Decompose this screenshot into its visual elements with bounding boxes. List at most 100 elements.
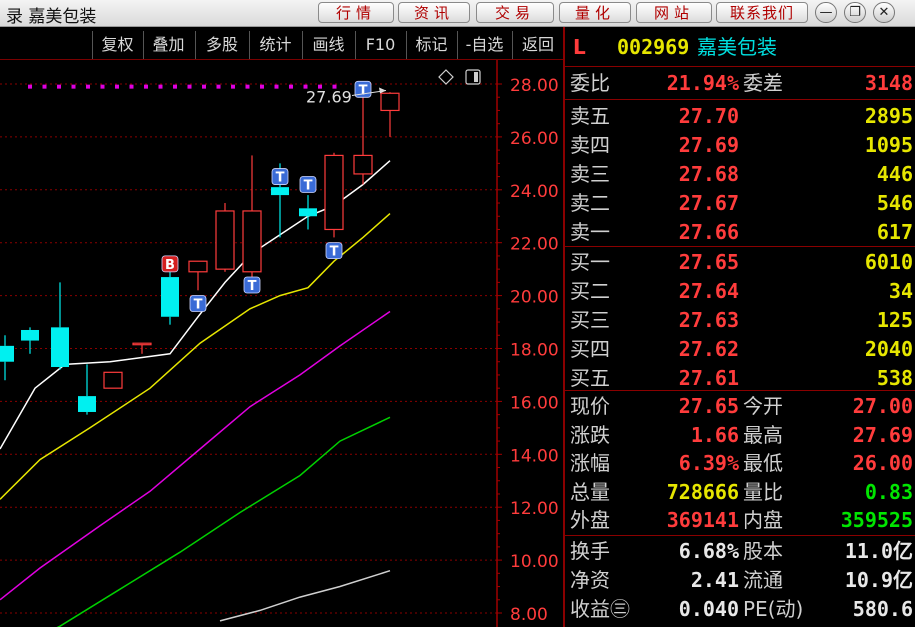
- stat-value: 10.9亿: [844, 568, 913, 592]
- stat-value: 0.83: [864, 479, 913, 504]
- svg-text:T: T: [304, 179, 313, 194]
- stat-value: 11.0亿: [844, 539, 913, 563]
- f10-button[interactable]: F10: [355, 31, 405, 59]
- wb-label: 委比: [570, 71, 610, 95]
- y-tick-label: 24.00: [510, 182, 559, 202]
- overlay-button[interactable]: 叠加: [143, 31, 193, 59]
- signal-marker[interactable]: T: [354, 80, 372, 98]
- level-dot: [144, 84, 148, 89]
- stat-row: 现价 27.65 今开 27.00: [565, 392, 915, 421]
- minimize-icon[interactable]: —: [815, 2, 837, 23]
- stat-value: 27.65: [678, 394, 739, 418]
- level-dot: [187, 84, 192, 89]
- level-dot: [100, 84, 105, 89]
- level-price: 27.69: [678, 133, 739, 157]
- stat-value: 369141: [666, 508, 739, 532]
- back-button[interactable]: 返回: [512, 31, 563, 59]
- level-label: 买五: [570, 366, 610, 390]
- signal-marker[interactable]: T: [299, 176, 317, 194]
- signal-marker[interactable]: T: [243, 276, 261, 294]
- multi-stock-button[interactable]: 多股: [195, 31, 248, 59]
- buy-signal-marker[interactable]: B: [161, 255, 179, 273]
- news-button[interactable]: 资讯: [398, 2, 470, 23]
- separator: [565, 66, 915, 67]
- trade-button[interactable]: 交易: [476, 2, 554, 23]
- y-tick-label: 14.00: [510, 446, 559, 466]
- contact-us-button[interactable]: 联系我们: [716, 2, 808, 23]
- sell-level-row: 卖一 27.66 617: [565, 218, 915, 247]
- signal-marker[interactable]: T: [271, 168, 289, 186]
- sell-level-row: 卖三 27.68 446: [565, 160, 915, 189]
- level-price: 27.67: [678, 191, 739, 215]
- separator: [565, 535, 915, 536]
- level-dot: [129, 84, 134, 89]
- add-watchlist-button[interactable]: -自选: [457, 31, 511, 59]
- y-tick-label: 10.00: [510, 552, 559, 572]
- level-price: 27.68: [678, 162, 739, 186]
- level-volume: 546: [876, 191, 913, 215]
- separator: [565, 246, 915, 247]
- signal-marker[interactable]: T: [325, 242, 343, 260]
- level-volume: 2040: [864, 337, 913, 361]
- buy-level-row: 买三 27.63 125: [565, 306, 915, 335]
- stat-value: 26.00: [852, 451, 913, 475]
- kline-chart[interactable]: B T T T T T T 28.00 26.00 24.00 22.00 20.00 18.00 16…: [0, 60, 563, 627]
- level-volume: 446: [876, 162, 913, 186]
- svg-text:T: T: [194, 298, 203, 313]
- candle: [0, 335, 14, 381]
- restore-icon[interactable]: ❐: [844, 2, 866, 23]
- svg-text:T: T: [330, 245, 339, 260]
- stat-row: 涨跌 1.66 最高 27.69: [565, 421, 915, 450]
- quote-marker: L: [573, 35, 586, 59]
- market-button[interactable]: 行情: [318, 2, 394, 23]
- stat-row: 总量 728666 量比 0.83: [565, 478, 915, 507]
- separator: [565, 99, 915, 100]
- level-price: 27.65: [678, 250, 739, 274]
- buy-level-row: 买二 27.64 34: [565, 277, 915, 306]
- stat-label: 量比: [743, 479, 783, 504]
- stat-label: 收益㊂: [570, 597, 630, 621]
- wc-value: 3148: [864, 71, 913, 95]
- y-tick-label: 26.00: [510, 129, 559, 149]
- level-dot: [28, 84, 32, 89]
- stat-label: 现价: [570, 394, 610, 418]
- stat-label: 换手: [570, 539, 610, 563]
- level-price: 27.66: [678, 220, 739, 244]
- mark-button[interactable]: 标记: [406, 31, 456, 59]
- signal-marker[interactable]: T: [189, 295, 207, 313]
- candle: [380, 92, 400, 137]
- level-price: 27.63: [678, 308, 739, 332]
- candle: [299, 195, 317, 230]
- stat-row: 外盘 369141 内盘 359525: [565, 506, 915, 535]
- draw-line-button[interactable]: 画线: [302, 31, 354, 59]
- level-label: 卖五: [570, 104, 610, 128]
- level-volume: 2895: [864, 104, 913, 128]
- level-price: 27.70: [678, 104, 739, 128]
- fundamental-row: 换手 6.68% 股本 11.0亿: [565, 537, 915, 566]
- level-price: 27.62: [678, 337, 739, 361]
- adjust-rights-button[interactable]: 复权: [92, 31, 142, 59]
- svg-text:T: T: [248, 279, 257, 294]
- chart-toolbar: 复权 叠加 多股 统计 画线 F10 标记 -自选 返回: [0, 31, 563, 60]
- candle: [215, 203, 235, 272]
- quant-button[interactable]: 量化: [559, 2, 631, 23]
- panel-toggle-icon[interactable]: [465, 69, 481, 85]
- level-dot: [231, 84, 235, 89]
- stat-label: 内盘: [743, 508, 783, 532]
- website-button[interactable]: 网站: [636, 2, 712, 23]
- price-annotation: 27.69: [306, 88, 352, 107]
- stat-value: 27.00: [852, 394, 913, 418]
- level-price: 27.64: [678, 279, 739, 303]
- level-dot: [274, 84, 279, 89]
- stat-label: 最高: [743, 422, 783, 447]
- stat-value: 1.66: [690, 422, 739, 447]
- svg-text:B: B: [165, 258, 175, 273]
- buy-level-row: 买五 27.61 538: [565, 364, 915, 393]
- diamond-icon[interactable]: [438, 69, 454, 85]
- sell-level-row: 卖二 27.67 546: [565, 189, 915, 218]
- statistics-button[interactable]: 统计: [249, 31, 301, 59]
- close-icon[interactable]: ✕: [873, 2, 895, 23]
- y-tick-label: 22.00: [510, 235, 559, 255]
- sell-level-row: 卖五 27.70 2895: [565, 102, 915, 131]
- fundamental-row: 净资 2.41 流通 10.9亿: [565, 566, 915, 595]
